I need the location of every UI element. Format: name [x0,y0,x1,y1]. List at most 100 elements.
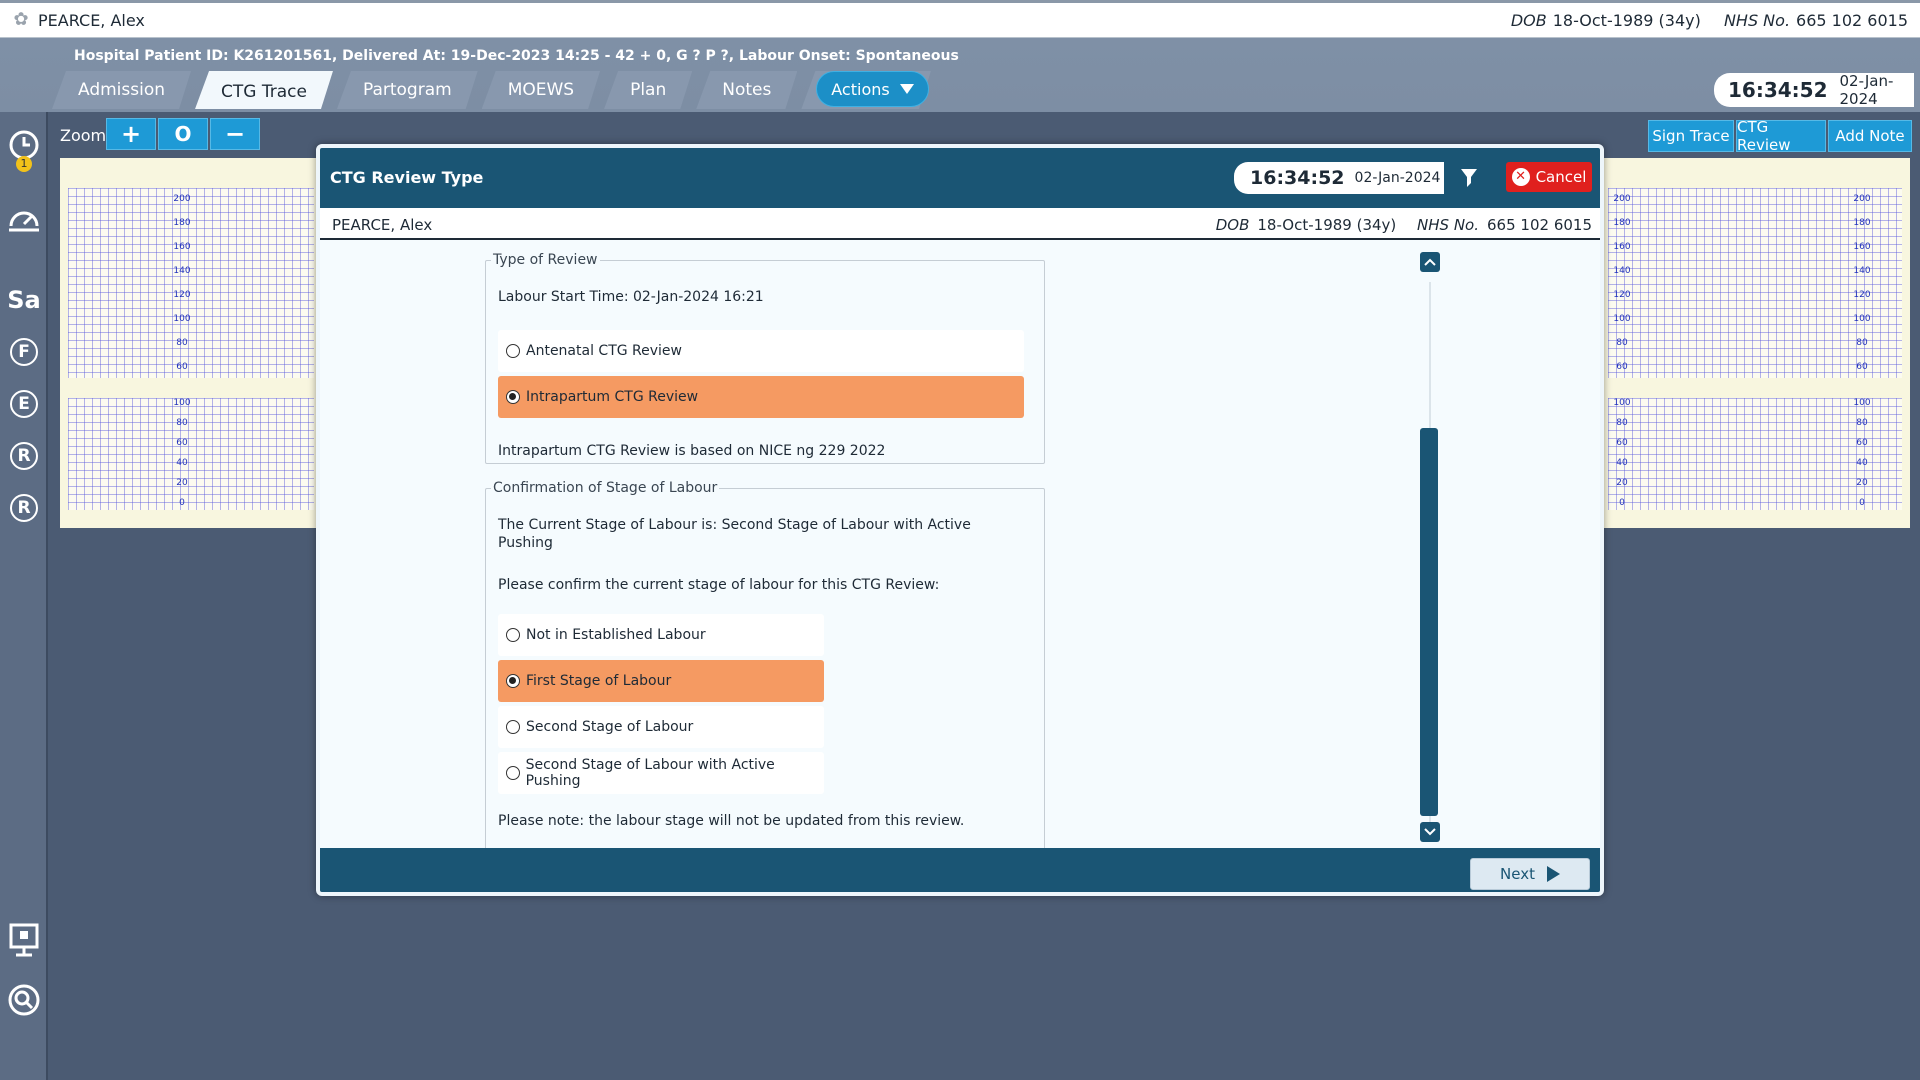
dialog-clock-date: 02-Jan-2024 [1354,170,1441,186]
scroll-down-button[interactable] [1420,822,1440,842]
zoom-reset-button[interactable]: O [158,118,208,150]
sidebar-item-sa[interactable]: Sa [0,280,48,320]
option-antenatal-ctg-review[interactable]: Antenatal CTG Review [498,330,1024,372]
dob-label: DOB [1510,11,1547,30]
nice-guideline-note: Intrapartum CTG Review is based on NICE … [498,443,886,459]
tab-notes[interactable]: Notes [696,71,797,109]
dialog-nhs-value: 665 102 6015 [1487,216,1592,234]
option-label: Intrapartum CTG Review [526,389,699,405]
radio-icon [506,344,520,358]
option-label: Not in Established Labour [526,627,706,643]
fhr-scale: 200 180 160 140 120 100 80 60 [173,194,191,372]
radio-icon [506,720,520,734]
option-label: Second Stage of Labour [526,719,694,735]
dialog-patient-identifiers: DOB 18-Oct-1989 (34y) NHS No. 665 102 6015 [1216,216,1592,234]
dob-value: 18-Oct-1989 (34y) [1552,11,1701,30]
option-second-stage-of-labour[interactable]: Second Stage of Labour [498,706,824,748]
next-label: Next [1500,865,1535,883]
nhs-label: NHS No. [1723,11,1791,30]
patient-name: PEARCE, Alex [38,10,145,30]
dialog-dob-label: DOB [1215,216,1250,234]
scrollbar-thumb[interactable] [1420,428,1438,816]
option-second-stage-active-pushing[interactable]: Second Stage of Labour with Active Pushi… [498,752,824,794]
option-not-in-established-labour[interactable]: Not in Established Labour [498,614,824,656]
search-icon [8,984,40,1016]
patient-banner: ✿ PEARCE, Alex DOB 18-Oct-1989 (34y) NHS … [0,0,1920,38]
dialog-clock: 16:34:52 02-Jan-2024 [1234,162,1444,194]
dialog-dob-value: 18-Oct-1989 (34y) [1257,216,1397,234]
radio-icon [506,766,520,780]
left-sidebar: 1 Sa F E R R [0,112,48,1080]
radio-selected-icon [506,390,520,404]
tab-partogram[interactable]: Partogram [337,71,478,109]
dialog-clock-time: 16:34:52 [1250,167,1345,189]
header-clock: 16:34:52 02-Jan-2024 [1714,72,1914,108]
tab-ctg-trace[interactable]: CTG Trace [195,71,333,109]
zoom-out-button[interactable]: − [210,118,260,150]
option-label: Second Stage of Labour with Active Pushi… [525,757,775,789]
zoom-label: Zoom: [60,126,112,145]
ctg-trace-right: 200 180 160 140 120 100 80 60 100 80 60 … [1600,158,1910,528]
tab-moews[interactable]: MOEWS [482,71,600,109]
toco-scale: 100 80 60 40 20 0 [173,398,191,508]
next-button[interactable]: Next [1470,858,1590,890]
cancel-button[interactable]: ✕ Cancel [1506,162,1592,192]
option-label: Antenatal CTG Review [526,343,682,359]
dialog-patient-banner: PEARCE, Alex DOB 18-Oct-1989 (34y) NHS No… [320,208,1600,240]
hospital-info: Hospital Patient ID: K261201561, Deliver… [74,48,959,64]
labour-start-time: Labour Start Time: 02-Jan-2024 16:21 [498,289,764,305]
toco-scale-right-a: 100 80 60 40 20 0 [1613,398,1631,508]
tab-bar: Admission CTG Trace Partogram MOEWS Plan… [52,71,935,111]
patient-identifiers: DOB 18-Oct-1989 (34y) NHS No. 665 102 6015 [1511,11,1908,30]
dialog-footer: Next [320,848,1600,892]
stage-confirmation-legend: Confirmation of Stage of Labour [493,480,718,496]
labour-stage-update-note: Please note: the labour stage will not b… [498,813,965,829]
sidebar-item-e[interactable]: E [0,384,48,424]
actions-label: Actions [831,79,890,99]
sidebar-item-r1[interactable]: R [0,436,48,476]
add-note-button[interactable]: Add Note [1828,120,1912,152]
flower-logo-icon: ✿ [13,9,29,30]
gauge-history-icon [9,211,39,232]
sidebar-item-r2[interactable]: R [0,488,48,528]
dialog-header: CTG Review Type 16:34:52 02-Jan-2024 ✕ C… [320,148,1600,208]
gauge-history-button[interactable] [0,200,48,240]
current-stage-text: The Current Stage of Labour is: Second S… [498,517,971,551]
type-of-review-group: Type of Review Labour Start Time: 02-Jan… [485,252,1045,464]
nhs-value: 665 102 6015 [1796,11,1908,30]
presentation-button[interactable] [0,920,48,960]
chevron-up-icon [1424,258,1436,266]
option-first-stage-of-labour[interactable]: First Stage of Labour [498,660,824,702]
radio-selected-icon [506,674,520,688]
stage-confirmation-group: Confirmation of Stage of Labour The Curr… [485,480,1045,848]
play-arrow-icon [1546,866,1560,882]
clock-date: 02-Jan-2024 [1839,72,1894,108]
ctg-trace-left: 200 180 160 140 120 100 80 60 100 80 60 … [60,158,322,528]
sign-trace-button[interactable]: Sign Trace [1648,120,1734,152]
dialog-nhs-label: NHS No. [1417,216,1480,234]
toco-scale-right-b: 100 80 60 40 20 0 [1853,398,1871,508]
record-header: Hospital Patient ID: K261201561, Deliver… [0,38,1920,112]
tab-admission[interactable]: Admission [52,71,191,109]
ctg-review-button[interactable]: CTG Review [1736,118,1826,154]
alert-count-badge: 1 [16,156,32,172]
fhr-scale-right-b: 200 180 160 140 120 100 80 60 [1853,194,1871,372]
option-intrapartum-ctg-review[interactable]: Intrapartum CTG Review [498,376,1024,418]
dialog-title: CTG Review Type [330,168,484,187]
type-of-review-legend: Type of Review [493,252,598,268]
actions-button[interactable]: Actions [816,71,929,107]
clock-time: 16:34:52 [1728,78,1828,102]
dropdown-arrow-icon [899,84,914,94]
scroll-up-button[interactable] [1420,252,1440,272]
chevron-down-icon [1424,828,1436,836]
search-button[interactable] [0,980,48,1020]
dialog-content: Type of Review Labour Start Time: 02-Jan… [320,242,1600,848]
fhr-scale-right-a: 200 180 160 140 120 100 80 60 [1613,194,1631,372]
radio-icon [506,628,520,642]
tab-plan[interactable]: Plan [604,71,692,109]
hourglass-filter-icon[interactable] [1460,168,1478,192]
close-icon: ✕ [1511,168,1530,186]
zoom-in-button[interactable]: + [106,118,156,150]
sidebar-item-f[interactable]: F [0,332,48,372]
confirm-stage-prompt: Please confirm the current stage of labo… [498,577,940,593]
